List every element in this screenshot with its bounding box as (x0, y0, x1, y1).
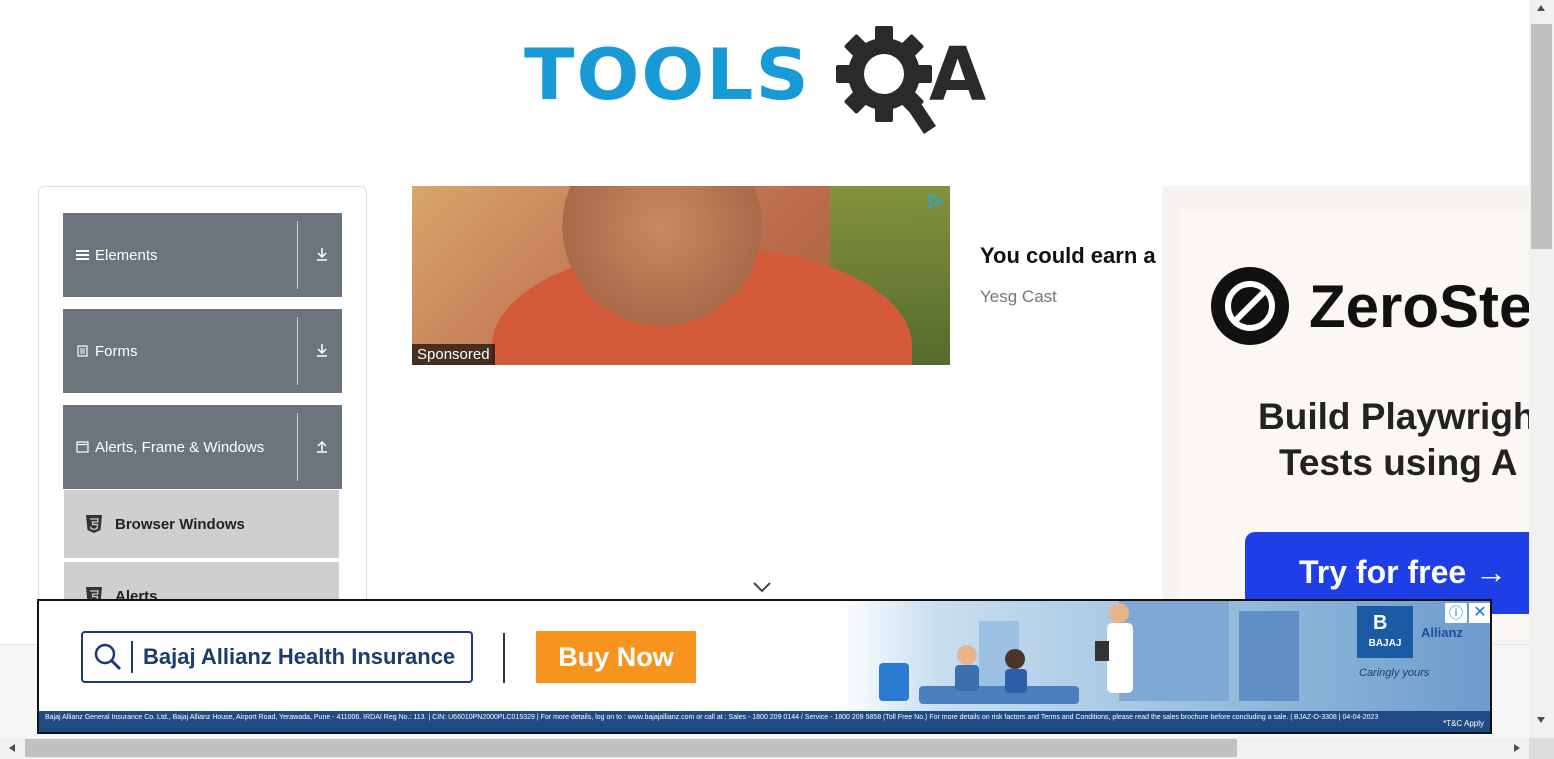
scrollbar-corner (1529, 738, 1554, 759)
ad-headline-link[interactable]: You could earn a (980, 243, 1165, 269)
ad-source: Yesg Cast (980, 287, 1057, 306)
html5-icon (84, 514, 104, 534)
toolsqa-logo[interactable]: TOOLS A (524, 22, 1014, 137)
allianz-logo-text: Allianz (1421, 625, 1463, 640)
ad-tagline: Caringly yours (1359, 667, 1430, 679)
sidebar-group-label: Forms (95, 342, 138, 360)
sidebar-item-label: Browser Windows (115, 515, 245, 533)
hamburger-icon (75, 249, 89, 261)
document-icon (75, 345, 89, 357)
window-icon (75, 441, 89, 453)
divider (503, 633, 505, 683)
page-viewport: TOOLS A Elements Forms Alerts, Frame & W… (0, 0, 1529, 738)
sidebar-group-alerts-frame-windows[interactable]: Alerts, Frame & Windows (63, 405, 342, 489)
bajaj-allianz-banner-ad[interactable]: Bajaj Allianz Health Insurance Buy Now B… (37, 599, 1492, 734)
bajaj-logo: B BAJAJ (1357, 606, 1413, 658)
divider (297, 221, 298, 289)
sponsored-tag: Sponsored (412, 344, 495, 365)
logo-tools-text: TOOLS (524, 34, 811, 116)
ad-headline-line1: Build Playwrigh (1258, 396, 1529, 437)
divider (297, 413, 298, 481)
vertical-scrollbar[interactable] (1529, 0, 1554, 738)
upload-arrow-icon[interactable] (310, 439, 334, 456)
sidebar-group-elements[interactable]: Elements (63, 213, 342, 297)
horizontal-scrollbar-thumb[interactable] (25, 739, 1237, 757)
scroll-down-arrow-icon[interactable] (1536, 716, 1546, 724)
sponsored-ad-image[interactable]: Sponsored (412, 186, 950, 365)
ad-search-box[interactable]: Bajaj Allianz Health Insurance (81, 631, 473, 683)
sidebar-group-label: Alerts, Frame & Windows (95, 438, 265, 456)
chevron-down-icon[interactable] (752, 580, 772, 594)
ad-illustration-clinic (879, 601, 1299, 704)
sidebar-item-browser-windows[interactable]: Browser Windows (64, 490, 339, 559)
tnc-note: *T&C Apply (1443, 719, 1484, 728)
adchoices-icon[interactable] (926, 192, 944, 210)
download-arrow-icon[interactable] (310, 247, 334, 264)
ad-close-icon[interactable]: ✕ (1469, 603, 1490, 623)
search-icon (94, 643, 122, 671)
scroll-right-arrow-icon[interactable] (1513, 743, 1521, 753)
bajaj-logo-text: BAJAJ (1368, 638, 1402, 649)
sidebar-group-label: Elements (95, 246, 158, 264)
vertical-scrollbar-thumb[interactable] (1531, 24, 1552, 249)
divider (297, 317, 298, 385)
scroll-up-arrow-icon[interactable] (1536, 4, 1546, 12)
zerostep-ad[interactable]: ZeroSte Build Playwrigh Tests using A Tr… (1162, 186, 1529, 646)
zerostep-logo-icon (1211, 267, 1289, 345)
sidebar-panel: Elements Forms Alerts, Frame & Windows B… (38, 186, 367, 646)
horizontal-scrollbar[interactable] (0, 738, 1529, 759)
download-arrow-icon[interactable] (310, 343, 334, 360)
logo-a-text: A (929, 32, 987, 118)
bajaj-logo-mark: B (1373, 612, 1388, 634)
scroll-left-arrow-icon[interactable] (8, 743, 16, 753)
ad-info-icon[interactable]: ⓘ (1445, 603, 1467, 623)
buy-now-button[interactable]: Buy Now (536, 631, 696, 683)
divider (131, 641, 133, 673)
ad-headline-line2: Tests using A (1279, 442, 1518, 483)
sidebar-group-forms[interactable]: Forms (63, 309, 342, 393)
ad-disclaimer: Bajaj Allianz General Insurance Co. Ltd.… (39, 711, 1490, 732)
ad-search-text: Bajaj Allianz Health Insurance (143, 644, 456, 669)
ad-brand-name: ZeroSte (1309, 273, 1529, 340)
